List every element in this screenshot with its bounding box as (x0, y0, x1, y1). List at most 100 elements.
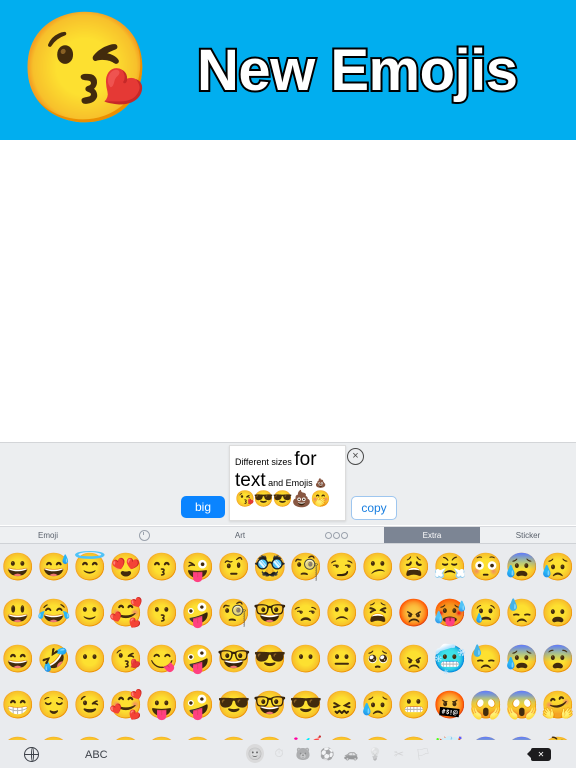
emoji-key[interactable]: 🤗 (540, 682, 576, 728)
emoji-key[interactable]: 😀 (0, 544, 36, 590)
emoji-key[interactable]: 😜 (180, 544, 216, 590)
emoji-key[interactable]: 😶 (72, 636, 108, 682)
emoji-key[interactable]: 😟 (324, 728, 360, 740)
emoji-keyboard-grid[interactable]: 😀 😅 😇 😍 😙 😜 🤨 🥸 🧐 😏 😕 😩 😤 😳 😰 😥 😃 😂 🙂 🥰 😗 🤪 🧐 🤓 😒 🙁 😫 😡 🥵 😢 😓 😦 😄 🤣 😶 😘 😋 🤪… (0, 544, 576, 740)
emoji-key[interactable]: 🙁 (324, 590, 360, 636)
text-canvas-area[interactable] (0, 140, 576, 442)
emoji-key[interactable]: 🤪 (180, 590, 216, 636)
emoji-key[interactable]: 😎 (216, 682, 252, 728)
emoji-key[interactable]: 😗 (144, 590, 180, 636)
emoji-key[interactable]: 😏 (324, 544, 360, 590)
emoji-key[interactable]: 🥰 (108, 590, 144, 636)
emoji-key[interactable]: 😡 (396, 590, 432, 636)
emoji-key[interactable]: 😨 (540, 636, 576, 682)
emoji-key[interactable]: 😰 (504, 636, 540, 682)
emoji-key[interactable]: 😓 (504, 590, 540, 636)
emoji-key[interactable]: 😳 (468, 544, 504, 590)
emoji-key[interactable]: 🤓 (252, 682, 288, 728)
category-icon-food[interactable]: ⚽ (318, 744, 336, 763)
emoji-key[interactable]: 😎 (288, 682, 324, 728)
emoji-key[interactable]: 😎 (252, 636, 288, 682)
emoji-key[interactable]: 🤪 (180, 682, 216, 728)
emoji-key[interactable]: 😇 (72, 544, 108, 590)
emoji-key[interactable]: 😖 (324, 682, 360, 728)
emoji-key[interactable]: 😎 (216, 728, 252, 740)
emoji-key[interactable]: 😅 (36, 544, 72, 590)
emoji-key[interactable]: 🥵 (432, 590, 468, 636)
emoji-key[interactable]: 🥶 (432, 636, 468, 682)
copy-button[interactable]: copy (351, 496, 397, 520)
backspace-key[interactable]: ✕ (527, 748, 551, 761)
emoji-key[interactable]: 😰 (504, 544, 540, 590)
emoji-key[interactable]: 😌 (36, 682, 72, 728)
tab-recent[interactable] (96, 527, 192, 543)
emoji-key[interactable]: 😐 (324, 636, 360, 682)
emoji-key[interactable]: 😤 (432, 544, 468, 590)
emoji-key[interactable]: 🤔 (540, 728, 576, 740)
tab-art[interactable]: Art (192, 527, 288, 543)
category-icon-animals[interactable]: 🐻 (294, 744, 312, 763)
emoji-key[interactable]: 😙 (108, 728, 144, 740)
tab-extra[interactable]: Extra (384, 527, 480, 543)
emoji-key[interactable]: 🧐 (288, 544, 324, 590)
tab-sticker[interactable]: Sticker (480, 527, 576, 543)
emoji-key[interactable]: 😝 (144, 728, 180, 740)
emoji-key[interactable]: 😶 (288, 636, 324, 682)
emoji-key[interactable]: 😱 (504, 682, 540, 728)
emoji-key[interactable]: 🤪 (180, 728, 216, 740)
emoji-key[interactable]: 😎 (252, 728, 288, 740)
abc-key[interactable]: ABC (85, 749, 108, 761)
emoji-key[interactable]: 😕 (360, 544, 396, 590)
emoji-key[interactable]: 😨 (468, 728, 504, 740)
emoji-key[interactable]: 😂 (36, 590, 72, 636)
emoji-key[interactable]: 🤓 (216, 636, 252, 682)
emoji-key[interactable]: 😊 (36, 728, 72, 740)
emoji-key[interactable]: 😬 (396, 682, 432, 728)
category-icon-recent[interactable]: ⏱ (270, 744, 288, 763)
emoji-key[interactable]: 😖 (360, 728, 396, 740)
emoji-key[interactable]: 🥳 (288, 728, 324, 740)
emoji-key[interactable]: 🥰 (108, 682, 144, 728)
emoji-key[interactable]: 😁 (0, 682, 36, 728)
emoji-key[interactable]: 😄 (0, 636, 36, 682)
emoji-key[interactable]: 😉 (72, 682, 108, 728)
emoji-key[interactable]: 🙂 (72, 590, 108, 636)
big-button[interactable]: big (181, 496, 225, 518)
emoji-key[interactable]: 😠 (396, 636, 432, 682)
emoji-key[interactable]: 🤓 (252, 590, 288, 636)
tab-more[interactable] (288, 527, 384, 543)
emoji-key[interactable]: 😆 (0, 728, 36, 740)
emoji-key[interactable]: 😍 (108, 544, 144, 590)
emoji-key[interactable]: 😥 (540, 544, 576, 590)
emoji-key[interactable]: 😩 (396, 544, 432, 590)
emoji-key[interactable]: 😌 (72, 728, 108, 740)
emoji-key[interactable]: 😓 (468, 636, 504, 682)
emoji-key[interactable]: 🥺 (360, 636, 396, 682)
close-icon[interactable]: × (347, 448, 364, 465)
category-icon-smileys[interactable]: 🙂 (246, 744, 264, 763)
emoji-key[interactable]: 😋 (144, 636, 180, 682)
emoji-key[interactable]: 😃 (0, 590, 36, 636)
emoji-key[interactable]: 😛 (144, 682, 180, 728)
category-icon-objects[interactable]: 💡 (366, 744, 384, 763)
globe-icon[interactable] (23, 746, 39, 762)
emoji-key[interactable]: 🧐 (216, 590, 252, 636)
emoji-key[interactable]: 😙 (144, 544, 180, 590)
category-icon-symbols[interactable]: ✂ (390, 744, 408, 763)
emoji-key[interactable]: 🤯 (432, 728, 468, 740)
emoji-key[interactable]: 😭 (396, 728, 432, 740)
emoji-key[interactable]: 😥 (360, 682, 396, 728)
category-icon-travel[interactable]: 🚗 (342, 744, 360, 763)
emoji-key[interactable]: 😒 (288, 590, 324, 636)
emoji-key[interactable]: 🤪 (180, 636, 216, 682)
emoji-key[interactable]: 🤣 (36, 636, 72, 682)
emoji-key[interactable]: 😘 (108, 636, 144, 682)
emoji-key[interactable]: 🥸 (252, 544, 288, 590)
emoji-key[interactable]: 🤨 (216, 544, 252, 590)
emoji-key[interactable]: 😨 (504, 728, 540, 740)
emoji-key[interactable]: 😢 (468, 590, 504, 636)
category-icon-flags[interactable]: 🏳 (414, 744, 432, 763)
emoji-key[interactable]: 😫 (360, 590, 396, 636)
emoji-key[interactable]: 😦 (540, 590, 576, 636)
emoji-key[interactable]: 😱 (468, 682, 504, 728)
